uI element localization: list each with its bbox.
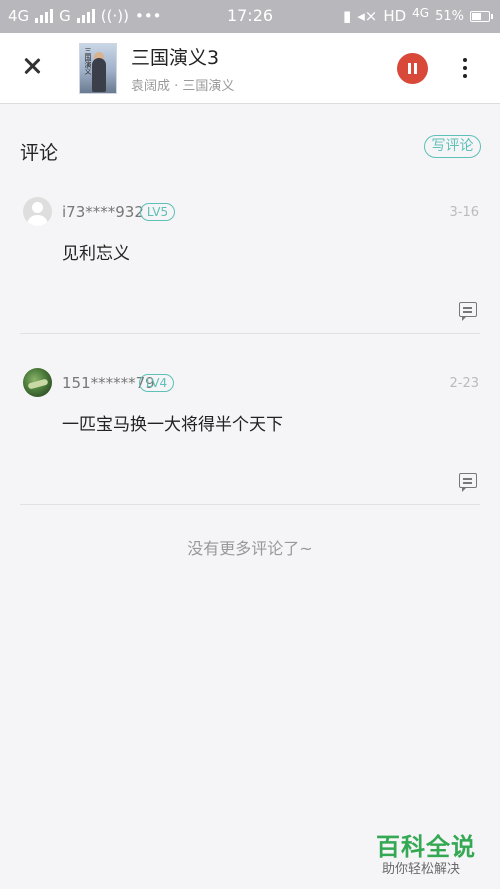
dot-icon [463, 74, 467, 78]
status-right: ▮ ◂× HD 4G 51% [342, 6, 493, 25]
pause-icon-bar-right [414, 63, 417, 74]
battery-saver-icon: ▮ [342, 7, 352, 25]
reply-icon[interactable] [459, 302, 477, 321]
watermark-title: 百科全说 [376, 833, 476, 861]
network-type-3: 4G [412, 6, 430, 20]
pause-icon-bar-left [408, 63, 411, 74]
battery-level: 51% [435, 8, 464, 24]
comment-username[interactable]: i73****932 [62, 203, 144, 221]
level-badge: LV4 [139, 374, 174, 392]
level-badge: LV5 [140, 203, 175, 221]
album-cover[interactable]: 三国演义 [79, 43, 117, 94]
reply-icon[interactable] [459, 473, 477, 492]
dot-icon [463, 58, 467, 62]
battery-icon [470, 10, 493, 22]
no-more-comments: 没有更多评论了~ [187, 539, 313, 558]
avatar[interactable] [23, 368, 52, 397]
more-options-button[interactable] [456, 55, 474, 81]
dot-icon [463, 66, 467, 70]
divider [20, 333, 480, 334]
comment-date: 2-23 [449, 376, 479, 391]
player-header: 三国演义 三国演义3 袁阔成 · 三国演义 [0, 33, 500, 104]
comment-text: 一匹宝马换一大将得半个天下 [62, 415, 283, 435]
comments-heading: 评论 [20, 142, 59, 164]
comment-date: 3-16 [449, 205, 479, 220]
watermark-subtitle: 助你轻松解决 [382, 862, 461, 877]
close-button[interactable] [18, 53, 46, 81]
status-bar: 4G G ((·)) ••• 17:26 ▮ ◂× HD 4G 51% [0, 0, 500, 33]
hd-label: HD [383, 7, 407, 25]
watermark-logo: 百科全说 助你轻松解决 [364, 825, 494, 881]
divider [20, 504, 480, 505]
cover-figure [92, 58, 106, 92]
track-subtitle: 袁阔成 · 三国演义 [131, 79, 235, 94]
track-title: 三国演义3 [131, 47, 220, 69]
avatar[interactable] [23, 197, 52, 226]
mute-icon: ◂× [357, 7, 378, 25]
write-comment-button[interactable]: 写评论 [424, 135, 481, 158]
pause-button[interactable] [397, 53, 428, 84]
comment-text: 见利忘义 [62, 244, 130, 264]
